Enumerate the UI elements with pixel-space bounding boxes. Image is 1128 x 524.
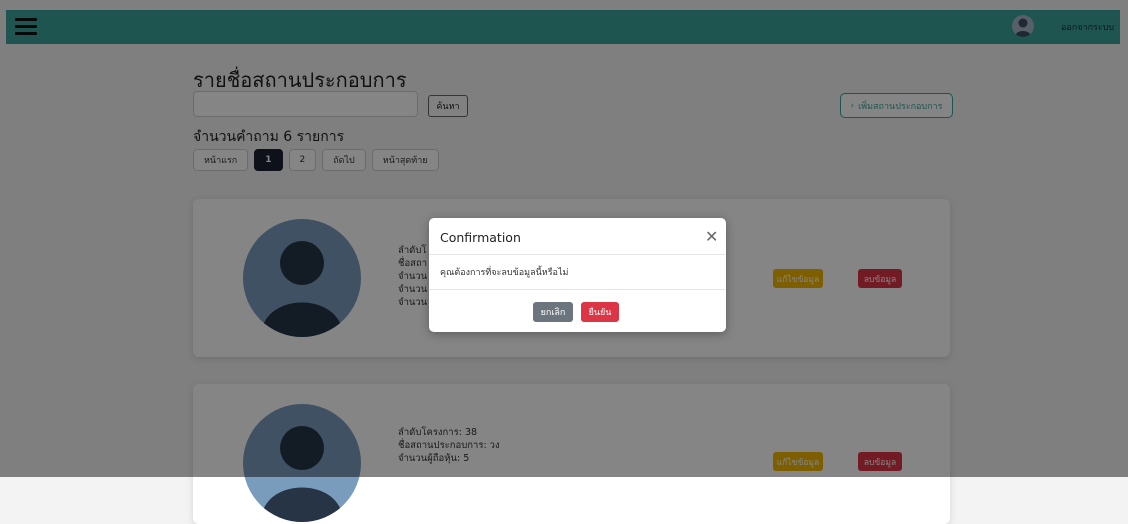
close-icon[interactable]: ✕	[705, 227, 718, 246]
dialog-title: Confirmation	[440, 230, 521, 245]
cancel-button[interactable]: ยกเลิก	[533, 302, 573, 322]
dialog-footer: ยกเลิก ยืนยัน	[429, 289, 726, 332]
dialog-message: คุณต้องการที่จะลบข้อมูลนี้หรือไม่	[440, 268, 569, 278]
confirmation-dialog: Confirmation ✕ คุณต้องการที่จะลบข้อมูลนี…	[429, 218, 726, 332]
dialog-header: Confirmation ✕	[429, 218, 726, 255]
confirm-button[interactable]: ยืนยัน	[581, 302, 619, 322]
